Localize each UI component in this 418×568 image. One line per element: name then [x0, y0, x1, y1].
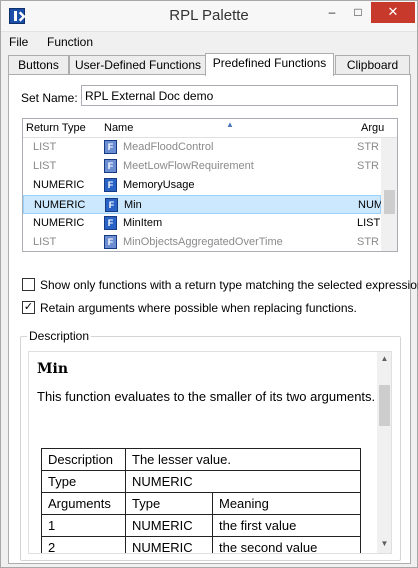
- return-type-cell: NUMERIC: [33, 217, 85, 229]
- rpl-palette-window: RPL Palette – □ ✕ File Function Buttons …: [0, 0, 418, 568]
- title-bar[interactable]: RPL Palette – □ ✕: [1, 1, 417, 32]
- table-row: Arguments Type Meaning: [41, 492, 361, 515]
- arguments-cell: LIST: [357, 217, 381, 229]
- function-icon: F: [104, 140, 117, 154]
- table-cell: NUMERIC: [125, 536, 213, 553]
- table-cell: 2: [41, 536, 126, 553]
- table-cell: NUMERIC: [125, 470, 361, 493]
- table-cell: Meaning: [212, 492, 361, 515]
- arguments-cell: STR: [357, 141, 379, 153]
- function-summary: This function evaluates to the smaller o…: [37, 389, 376, 404]
- table-cell: Arguments: [41, 492, 126, 515]
- table-row: 1 NUMERIC the first value: [41, 514, 361, 537]
- table-cell: the first value: [212, 514, 361, 537]
- function-doc-table: Description The lesser value. Type NUMER…: [41, 448, 361, 553]
- return-type-cell: LIST: [33, 236, 57, 248]
- show-matching-label[interactable]: Show only functions with a return type m…: [40, 278, 418, 292]
- column-header-name[interactable]: Name: [104, 122, 133, 134]
- table-cell: 1: [41, 514, 126, 537]
- description-scrollbar-thumb[interactable]: [379, 385, 390, 426]
- return-type-cell: NUMERIC: [34, 199, 86, 211]
- maximize-button[interactable]: □: [345, 2, 371, 23]
- table-cell: the second value: [212, 536, 361, 553]
- show-matching-checkbox[interactable]: [22, 278, 35, 291]
- function-name-cell: MeadFloodControl: [123, 141, 214, 153]
- sort-ascending-icon: ▲: [226, 120, 234, 129]
- menu-function[interactable]: Function: [47, 35, 93, 49]
- close-button[interactable]: ✕: [371, 2, 415, 23]
- function-icon: F: [104, 235, 117, 249]
- scroll-down-icon[interactable]: ▼: [377, 539, 391, 548]
- table-row[interactable]: NUMERIC F MemoryUsage: [23, 176, 381, 195]
- function-title: Min: [37, 361, 68, 377]
- retain-arguments-checkbox[interactable]: ✓: [22, 301, 35, 314]
- retain-arguments-label[interactable]: Retain arguments where possible when rep…: [40, 301, 357, 315]
- tab-predefined-functions[interactable]: Predefined Functions: [205, 53, 334, 76]
- function-icon: F: [104, 159, 117, 173]
- table-scrollbar[interactable]: [381, 138, 397, 251]
- arguments-cell: STR: [357, 160, 379, 172]
- table-row: Description The lesser value.: [41, 448, 361, 471]
- table-row[interactable]: LIST F MinObjectsAggregatedOverTime STR: [23, 233, 381, 251]
- function-icon: F: [104, 178, 117, 192]
- function-name-cell: Min: [124, 199, 142, 211]
- table-cell: NUMERIC: [125, 514, 213, 537]
- tab-strip: Buttons User-Defined Functions Predefine…: [8, 53, 411, 76]
- arguments-cell: STR: [357, 236, 379, 248]
- table-cell: The lesser value.: [125, 448, 361, 471]
- description-scrollbar[interactable]: ▲ ▼: [377, 352, 391, 553]
- column-header-arguments[interactable]: Argu: [361, 122, 384, 134]
- set-name-label: Set Name:: [21, 91, 78, 105]
- description-document: Min This function evaluates to the small…: [37, 361, 377, 405]
- table-header: Return Type Name ▲ Argu: [23, 119, 397, 138]
- functions-table: Return Type Name ▲ Argu LIST F MeadFloodCo…: [22, 118, 398, 252]
- column-header-return-type[interactable]: Return Type: [26, 122, 86, 134]
- function-name-cell: MinObjectsAggregatedOverTime: [123, 236, 283, 248]
- table-cell: Type: [125, 492, 213, 515]
- menu-file[interactable]: File: [9, 35, 28, 49]
- description-viewer[interactable]: Min This function evaluates to the small…: [28, 351, 392, 554]
- table-scrollbar-thumb[interactable]: [384, 190, 395, 214]
- table-body: LIST F MeadFloodControl STR LIST F MeetLowFlow…: [23, 138, 382, 251]
- table-row[interactable]: LIST F MeetLowFlowRequirement STR: [23, 157, 381, 176]
- return-type-cell: LIST: [33, 141, 57, 153]
- table-row: Type NUMERIC: [41, 470, 361, 493]
- scroll-up-icon[interactable]: ▲: [377, 354, 391, 363]
- tab-user-defined-functions[interactable]: User-Defined Functions: [69, 55, 207, 75]
- tab-clipboard[interactable]: Clipboard: [335, 55, 410, 75]
- table-cell: Description: [41, 448, 126, 471]
- table-row[interactable]: NUMERIC F MinItem LIST: [23, 214, 381, 233]
- function-name-cell: MeetLowFlowRequirement: [123, 160, 254, 172]
- menu-bar: File Function: [1, 33, 417, 51]
- tab-buttons[interactable]: Buttons: [8, 55, 69, 75]
- description-group: Description Min This function evaluates …: [20, 329, 401, 561]
- arguments-cell: NUM: [358, 199, 382, 211]
- predefined-functions-panel: Set Name: Return Type Name ▲ Argu LISTFM…: [8, 74, 418, 564]
- function-icon: F: [105, 198, 118, 212]
- minimize-button[interactable]: –: [319, 2, 345, 23]
- return-type-cell: LIST: [33, 160, 57, 172]
- description-legend: Description: [27, 329, 92, 343]
- table-cell: Type: [41, 470, 126, 493]
- function-icon: F: [104, 216, 117, 230]
- return-type-cell: NUMERIC: [33, 179, 85, 191]
- set-name-input[interactable]: [81, 85, 398, 106]
- table-row[interactable]: LIST F MeadFloodControl STR: [23, 138, 381, 157]
- table-row[interactable]: NUMERIC F Min NUM: [23, 195, 382, 214]
- table-row: 2 NUMERIC the second value: [41, 536, 361, 553]
- function-name-cell: MemoryUsage: [123, 179, 195, 191]
- function-name-cell: MinItem: [123, 217, 163, 229]
